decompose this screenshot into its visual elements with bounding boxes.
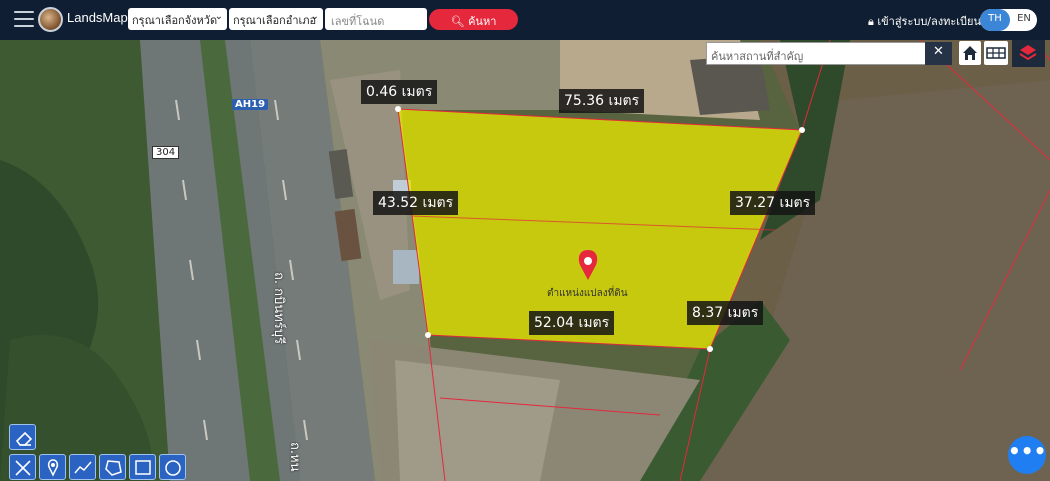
eraser-icon — [15, 431, 33, 446]
district-select-value: กรุณาเลือกอำเภอ — [233, 14, 317, 27]
close-icon[interactable]: ✕ — [925, 42, 952, 65]
home-button[interactable] — [959, 41, 981, 65]
more-options-button[interactable]: ••• — [1008, 436, 1046, 474]
place-search-input[interactable]: ค้นหาสถานที่สำคัญ — [706, 42, 952, 65]
vertex-handle — [707, 346, 713, 352]
vertex-handle — [425, 332, 431, 338]
grid-button[interactable] — [984, 41, 1008, 65]
dimension-label-top: 75.36 เมตร — [559, 89, 645, 113]
marker-tool-button[interactable] — [39, 454, 66, 480]
login-register-link[interactable]: 🔒︎ เข้าสู่ระบบ/ลงทะเบียน — [868, 12, 981, 30]
lang-th-button[interactable]: TH — [980, 9, 1010, 31]
language-toggle[interactable]: TH EN — [980, 9, 1037, 31]
marker-icon — [47, 459, 59, 477]
dimension-label-bottom-right: 8.37 เมตร — [687, 301, 764, 325]
vertex-handle — [395, 106, 401, 112]
rectangle-icon — [135, 460, 151, 475]
top-navigation-bar: LandsMaps กรุณาเลือกจังหวัด ⌄ กรุณาเลือก… — [0, 0, 1050, 40]
lang-en-button[interactable]: EN — [1011, 9, 1037, 31]
province-select-value: กรุณาเลือกจังหวัด — [132, 14, 218, 27]
map-view[interactable]: AH19 304 ถ. กบินทร์บุรี ถ.หน ตำแหน่งแปลง… — [0, 40, 1050, 481]
street-name-label: ถ.หน — [287, 442, 302, 472]
hamburger-menu-icon[interactable] — [14, 11, 34, 27]
pin-label: ตำแหน่งแปลงที่ดิน — [547, 288, 628, 299]
circle-tool-button[interactable] — [159, 454, 186, 480]
lock-icon: 🔒︎ — [868, 15, 874, 28]
home-icon — [963, 46, 977, 60]
dimension-label-bottom: 52.04 เมตร — [529, 311, 615, 335]
circle-icon — [165, 460, 181, 476]
layers-button[interactable] — [1012, 40, 1045, 67]
road-label-ah19: AH19 — [232, 99, 269, 110]
dimension-label-top-left: 0.46 เมตร — [361, 80, 438, 104]
search-button-label: ค้นหา — [468, 15, 497, 28]
landsmaps-logo[interactable] — [38, 7, 63, 32]
eraser-tool-button[interactable] — [9, 424, 36, 450]
vertex-handle — [799, 127, 805, 133]
satellite-imagery — [0, 40, 1050, 481]
search-icon: 🔍︎ — [450, 15, 465, 28]
dimension-label-right: 37.27 เมตร — [730, 191, 816, 215]
chevron-down-icon: ⌄ — [310, 11, 319, 22]
polygon-icon — [105, 460, 122, 476]
brand-name[interactable]: LandsMaps — [67, 10, 134, 25]
road-label-304: 304 — [152, 146, 180, 159]
polyline-icon — [74, 461, 92, 474]
province-select[interactable]: กรุณาเลือกจังหวัด ⌄ — [128, 8, 227, 30]
measure-tool-button[interactable] — [9, 454, 36, 480]
layers-icon — [1019, 45, 1037, 61]
dimension-label-left: 43.52 เมตร — [373, 191, 459, 215]
grid-icon — [986, 47, 1006, 59]
search-button[interactable]: 🔍︎ ค้นหา — [429, 9, 518, 30]
rectangle-tool-button[interactable] — [129, 454, 156, 480]
street-name-label: ถ. กบินทร์บุรี — [271, 272, 286, 344]
deed-number-input[interactable]: เลขที่โฉนด — [325, 8, 427, 30]
login-label: เข้าสู่ระบบ/ลงทะเบียน — [877, 15, 981, 28]
district-select[interactable]: กรุณาเลือกอำเภอ ⌄ — [229, 8, 323, 30]
polygon-tool-button[interactable] — [99, 454, 126, 480]
polyline-tool-button[interactable] — [69, 454, 96, 480]
measure-icon — [15, 460, 31, 476]
chevron-down-icon: ⌄ — [214, 11, 223, 22]
